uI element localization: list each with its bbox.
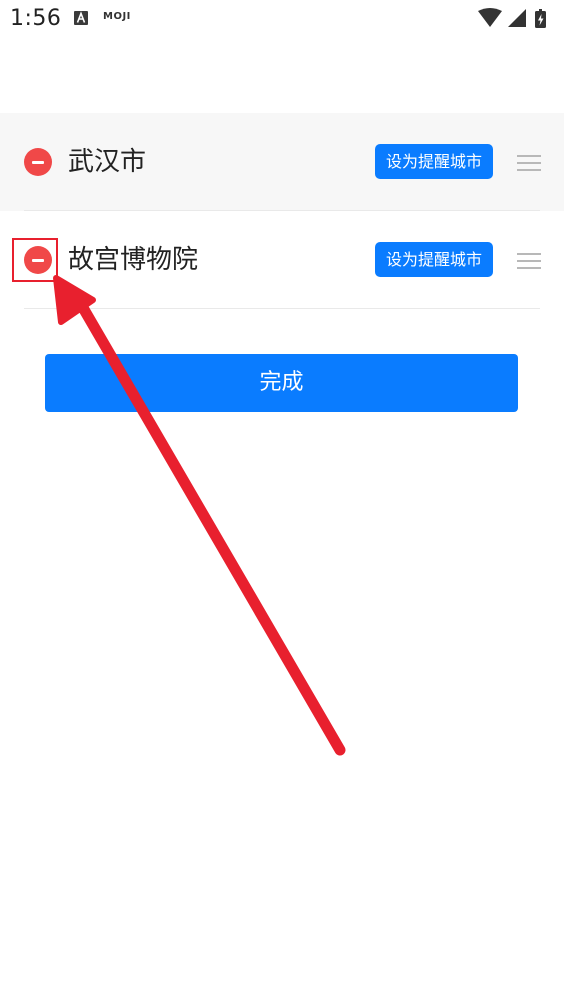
city-name: 故宫博物院 xyxy=(68,245,199,275)
city-row: 武汉市 设为提醒城市 xyxy=(0,113,564,211)
status-time: 1:56 xyxy=(10,6,62,31)
status-icons xyxy=(478,8,546,28)
app-a-notification-icon: A xyxy=(74,11,88,25)
divider xyxy=(24,308,540,309)
city-list: 武汉市 设为提醒城市 故宫博物院 设为提醒城市 xyxy=(0,113,564,309)
battery-icon xyxy=(535,9,546,28)
remove-city-icon[interactable] xyxy=(24,246,52,274)
city-name: 武汉市 xyxy=(68,147,147,177)
remove-city-icon[interactable] xyxy=(24,148,52,176)
drag-handle-icon[interactable] xyxy=(517,253,541,269)
drag-handle-icon[interactable] xyxy=(517,155,541,171)
city-row: 故宫博物院 设为提醒城市 xyxy=(0,211,564,309)
done-button[interactable]: 完成 xyxy=(45,354,518,412)
signal-icon xyxy=(508,9,526,27)
status-bar: 1:56 A MOJI xyxy=(0,0,564,40)
wifi-icon xyxy=(478,8,502,27)
moji-notification-icon: MOJI xyxy=(103,11,131,22)
set-reminder-city-button[interactable]: 设为提醒城市 xyxy=(375,242,493,277)
set-reminder-city-button[interactable]: 设为提醒城市 xyxy=(375,144,493,179)
